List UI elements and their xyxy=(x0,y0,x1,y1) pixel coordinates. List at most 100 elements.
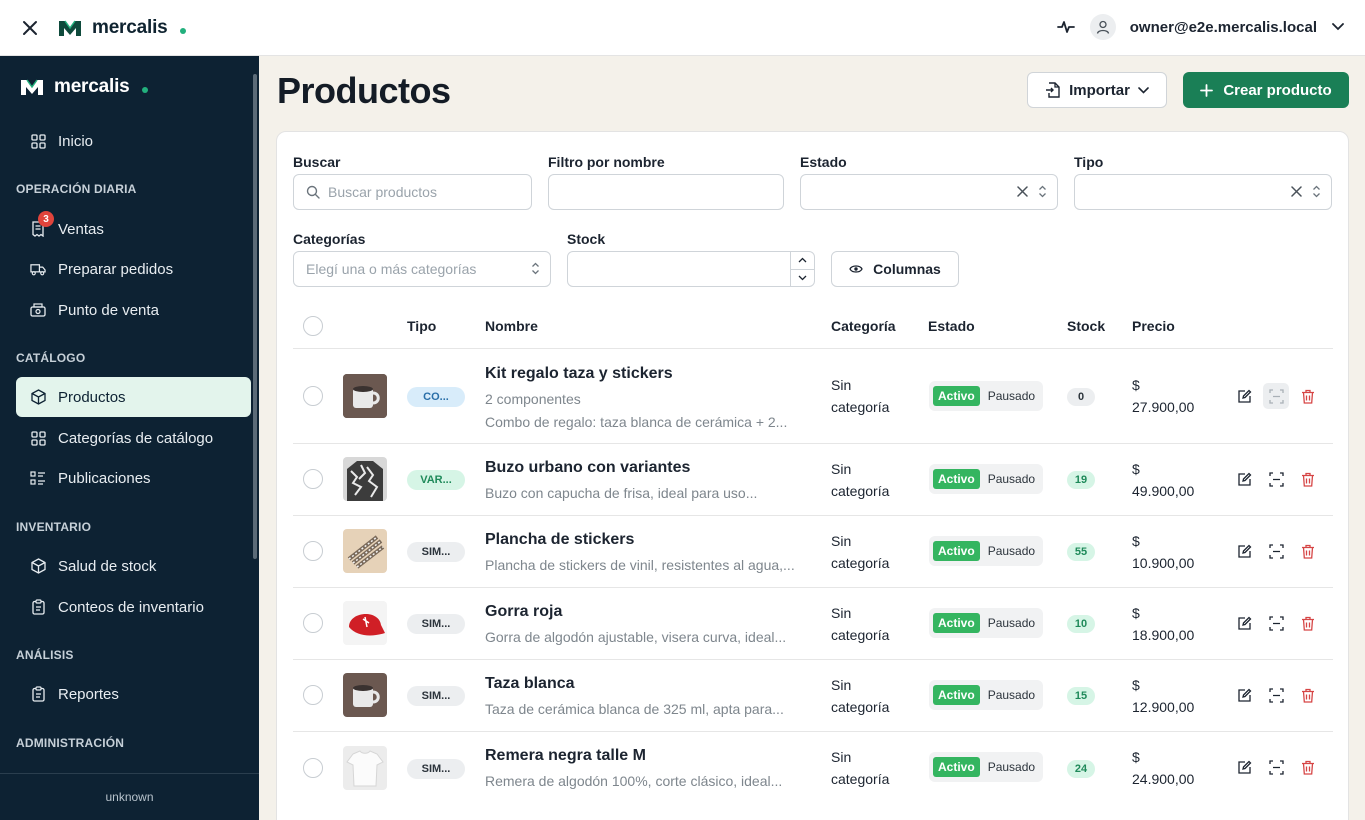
row-checkbox[interactable] xyxy=(303,758,323,778)
clear-icon[interactable] xyxy=(1291,186,1302,197)
product-name[interactable]: Remera negra talle M xyxy=(485,747,646,765)
state-active-button[interactable]: Activo xyxy=(933,541,980,561)
import-button[interactable]: Importar xyxy=(1027,72,1167,108)
product-thumbnail[interactable] xyxy=(343,529,387,573)
state-active-button[interactable]: Activo xyxy=(933,685,980,705)
sidebar-item-label: Categorías de catálogo xyxy=(58,429,214,447)
edit-icon[interactable] xyxy=(1231,682,1257,708)
header-precio[interactable]: Precio xyxy=(1132,318,1175,334)
state-paused-button[interactable]: Pausado xyxy=(984,541,1039,561)
categorias-select[interactable]: Elegí una o más categorías xyxy=(293,251,551,287)
product-thumbnail[interactable] xyxy=(343,374,387,418)
scan-icon[interactable] xyxy=(1263,682,1289,708)
sidebar-item-inicio[interactable]: Inicio xyxy=(16,121,251,161)
product-thumbnail[interactable] xyxy=(343,673,387,717)
sidebar-item-conteos[interactable]: Conteos de inventario xyxy=(16,587,251,627)
edit-icon[interactable] xyxy=(1231,610,1257,636)
product-name[interactable]: Taza blanca xyxy=(485,675,575,693)
header-nombre[interactable]: Nombre xyxy=(485,318,538,334)
state-paused-button[interactable]: Pausado xyxy=(984,685,1039,705)
scan-icon[interactable] xyxy=(1263,754,1289,780)
sidebar-item-preparar[interactable]: Preparar pedidos xyxy=(16,249,251,289)
category-line2: categoría xyxy=(831,699,890,715)
avatar[interactable] xyxy=(1089,14,1116,40)
state-toggle[interactable]: Activo Pausado xyxy=(929,381,1044,411)
sidebar-item-pos[interactable]: Punto de venta xyxy=(16,290,251,330)
estado-select[interactable] xyxy=(800,174,1058,210)
sidebar-brand[interactable]: mercalis xyxy=(20,76,148,98)
sidebar-item-productos[interactable]: Productos xyxy=(16,377,251,417)
state-paused-button[interactable]: Pausado xyxy=(984,757,1039,777)
scan-icon[interactable] xyxy=(1263,383,1289,409)
stepper-up-icon[interactable] xyxy=(791,252,814,270)
scan-icon[interactable] xyxy=(1263,538,1289,564)
activity-icon[interactable] xyxy=(1056,17,1076,37)
row-checkbox[interactable] xyxy=(303,386,323,406)
edit-icon[interactable] xyxy=(1231,754,1257,780)
row-checkbox[interactable] xyxy=(303,613,323,633)
state-toggle[interactable]: Activo Pausado xyxy=(929,680,1044,710)
state-active-button[interactable]: Activo xyxy=(933,386,980,406)
sidebar-scrollbar[interactable] xyxy=(253,74,257,559)
product-name[interactable]: Plancha de stickers xyxy=(485,531,634,549)
chevron-down-icon[interactable] xyxy=(1331,20,1345,34)
stock-badge: 0 xyxy=(1067,388,1095,406)
header-tipo[interactable]: Tipo xyxy=(407,318,436,334)
row-checkbox[interactable] xyxy=(303,469,323,489)
stock-stepper[interactable] xyxy=(790,252,814,286)
trash-icon[interactable] xyxy=(1295,466,1321,492)
sidebar-item-label: Reportes xyxy=(58,685,119,703)
sidebar-item-reportes[interactable]: Reportes xyxy=(16,674,251,714)
name-filter-input[interactable] xyxy=(548,174,784,210)
search-input[interactable]: Buscar productos xyxy=(293,174,532,210)
trash-icon[interactable] xyxy=(1295,682,1321,708)
select-all-checkbox[interactable] xyxy=(303,316,323,336)
header-stock[interactable]: Stock xyxy=(1067,318,1105,334)
state-paused-button[interactable]: Pausado xyxy=(984,469,1039,489)
trash-icon[interactable] xyxy=(1295,610,1321,636)
product-thumbnail[interactable] xyxy=(343,601,387,645)
state-active-button[interactable]: Activo xyxy=(933,469,980,489)
sidebar-item-salud[interactable]: Salud de stock xyxy=(16,546,251,586)
stepper-down-icon[interactable] xyxy=(791,270,814,287)
user-email[interactable]: owner@e2e.mercalis.local xyxy=(1130,19,1317,36)
state-active-button[interactable]: Activo xyxy=(933,613,980,633)
scan-icon[interactable] xyxy=(1263,610,1289,636)
row-checkbox[interactable] xyxy=(303,541,323,561)
trash-icon[interactable] xyxy=(1295,754,1321,780)
edit-icon[interactable] xyxy=(1231,383,1257,409)
close-icon[interactable] xyxy=(20,18,40,38)
header-categoria[interactable]: Categoría xyxy=(831,318,896,334)
sidebar-footer: unknown xyxy=(0,773,259,820)
product-thumbnail[interactable] xyxy=(343,746,387,790)
sidebar-item-ventas[interactable]: 3 Ventas xyxy=(16,209,251,249)
row-checkbox[interactable] xyxy=(303,685,323,705)
trash-icon[interactable] xyxy=(1295,538,1321,564)
sidebar-item-categorias[interactable]: Categorías de catálogo xyxy=(16,418,251,458)
mercalis-logo-icon xyxy=(59,20,81,36)
state-paused-button[interactable]: Pausado xyxy=(984,613,1039,633)
state-toggle[interactable]: Activo Pausado xyxy=(929,752,1044,782)
product-name[interactable]: Buzo urbano con variantes xyxy=(485,459,690,477)
state-toggle[interactable]: Activo Pausado xyxy=(929,608,1044,638)
scan-icon[interactable] xyxy=(1263,466,1289,492)
edit-icon[interactable] xyxy=(1231,466,1257,492)
state-toggle[interactable]: Activo Pausado xyxy=(929,536,1044,566)
state-active-button[interactable]: Activo xyxy=(933,757,980,777)
state-toggle[interactable]: Activo Pausado xyxy=(929,464,1044,494)
sidebar-item-publicaciones[interactable]: Publicaciones xyxy=(16,458,251,498)
product-thumbnail[interactable] xyxy=(343,457,387,501)
stock-input[interactable] xyxy=(567,251,815,287)
product-name[interactable]: Kit regalo taza y stickers xyxy=(485,365,673,383)
estado-label: Estado xyxy=(800,154,847,170)
trash-icon[interactable] xyxy=(1295,383,1321,409)
tipo-select[interactable] xyxy=(1074,174,1332,210)
clear-icon[interactable] xyxy=(1017,186,1028,197)
topbar-brand[interactable]: mercalis xyxy=(58,17,186,39)
edit-icon[interactable] xyxy=(1231,538,1257,564)
columns-button[interactable]: Columnas xyxy=(831,251,959,287)
product-name[interactable]: Gorra roja xyxy=(485,603,562,621)
create-product-button[interactable]: Crear producto xyxy=(1183,72,1349,108)
state-paused-button[interactable]: Pausado xyxy=(984,386,1039,406)
header-estado[interactable]: Estado xyxy=(928,318,975,334)
